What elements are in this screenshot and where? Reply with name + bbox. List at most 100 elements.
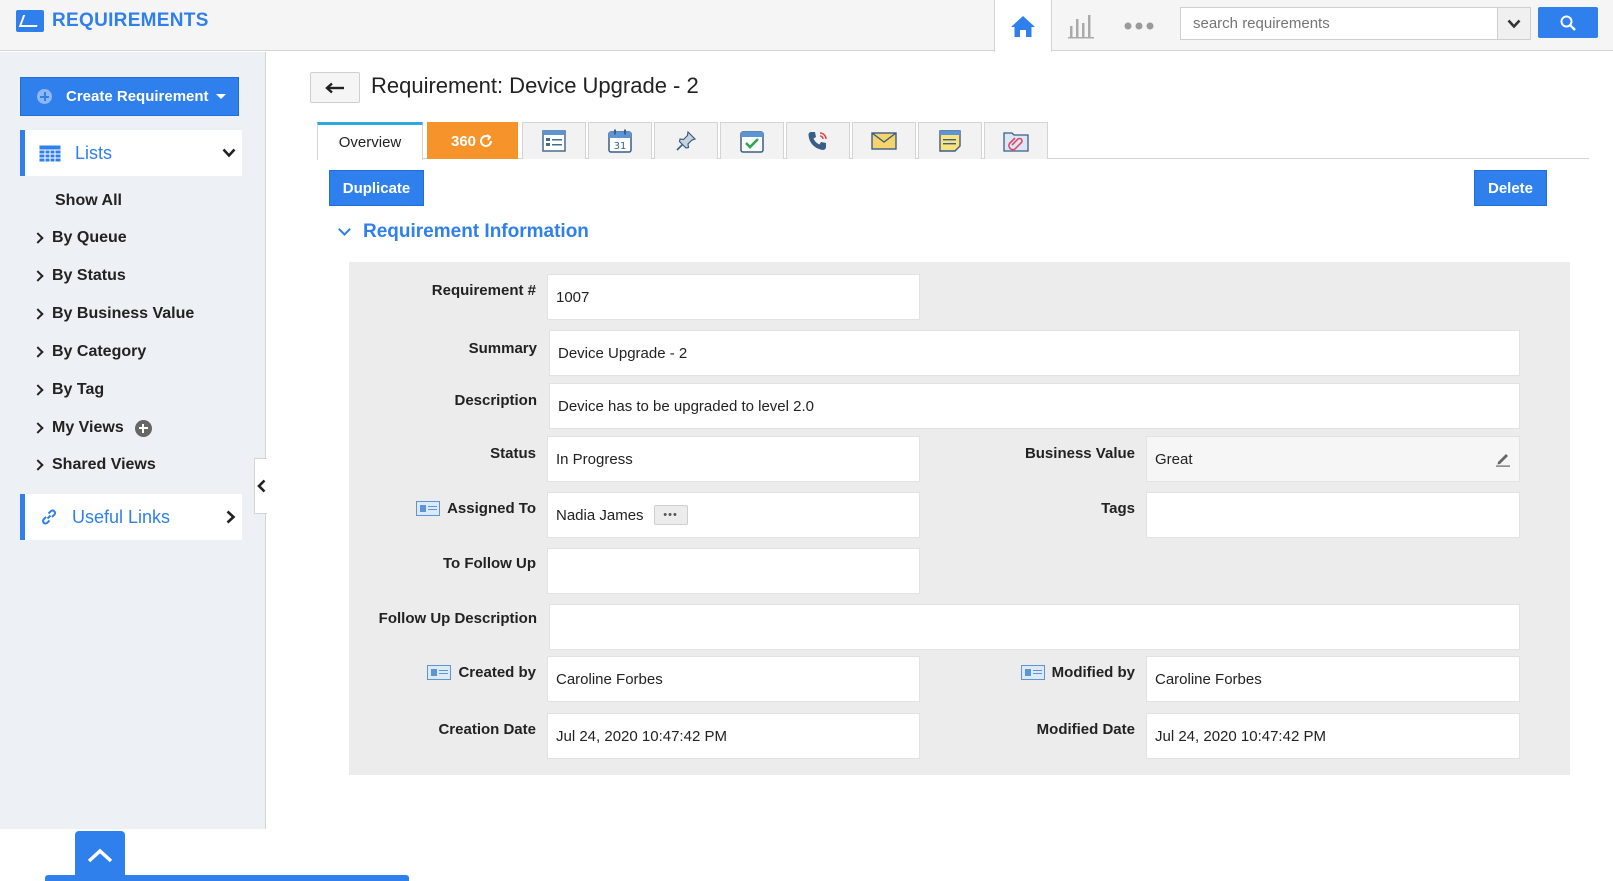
home-button[interactable] xyxy=(994,0,1052,52)
search-icon xyxy=(1560,15,1576,31)
chevron-down-icon xyxy=(338,222,351,236)
tab-email[interactable] xyxy=(852,122,916,159)
page-title: Requirement: Device Upgrade - 2 xyxy=(371,73,699,98)
chevron-right-icon xyxy=(32,346,44,358)
sidebar-item-by-queue[interactable]: By Queue xyxy=(32,229,127,247)
sidebar: Create Requirement Lists Show All By Que… xyxy=(0,52,409,881)
plus-circle-icon xyxy=(37,89,52,104)
app-brand[interactable]: REQUIREMENTS xyxy=(16,10,209,32)
modified-by-field: Caroline Forbes xyxy=(1146,656,1520,702)
contact-card-icon xyxy=(416,500,441,516)
reports-button[interactable] xyxy=(1052,0,1110,51)
tab-360[interactable]: 360 xyxy=(427,122,518,159)
modified-date-label: Modified Date xyxy=(1036,720,1135,738)
sidebar-item-by-business-value[interactable]: By Business Value xyxy=(32,305,194,323)
description-label: Description xyxy=(454,391,537,409)
sidebar-item-by-category[interactable]: By Category xyxy=(32,343,146,361)
sidebar-item-show-all[interactable]: Show All xyxy=(55,192,122,210)
status-label: Status xyxy=(490,444,536,462)
sidebar-item-by-tag[interactable]: By Tag xyxy=(32,381,104,399)
task-icon xyxy=(740,131,764,153)
modified-by-label: Modified by xyxy=(1051,663,1135,681)
create-requirement-button[interactable]: Create Requirement xyxy=(20,77,239,116)
chevron-right-icon xyxy=(32,308,44,320)
to-follow-up-label: To Follow Up xyxy=(442,554,536,572)
duplicate-button[interactable]: Duplicate xyxy=(329,170,424,206)
modified-date-field: Jul 24, 2020 10:47:42 PM xyxy=(1146,713,1520,759)
creation-date-label: Creation Date xyxy=(438,720,536,738)
tab-attachments[interactable] xyxy=(984,122,1048,159)
chevron-up-icon xyxy=(87,848,113,863)
app-title: REQUIREMENTS xyxy=(52,10,209,31)
chevron-right-icon xyxy=(226,510,236,524)
pencil-edit-icon[interactable] xyxy=(1495,451,1511,467)
lists-label: Lists xyxy=(75,142,113,163)
tab-overview[interactable]: Overview xyxy=(317,122,423,160)
chevron-left-icon xyxy=(256,479,265,493)
description-field[interactable]: Device has to be upgraded to level 2.0 xyxy=(549,383,1520,429)
tab-tasks[interactable] xyxy=(720,122,784,159)
top-bar: REQUIREMENTS xyxy=(0,0,1613,52)
to-follow-up-field[interactable] xyxy=(547,548,920,594)
tags-field[interactable] xyxy=(1146,492,1520,538)
business-value-field[interactable]: Great xyxy=(1146,436,1520,482)
chevron-right-icon xyxy=(32,232,44,244)
follow-up-description-field[interactable] xyxy=(549,604,1520,650)
bottom-bar xyxy=(45,875,409,881)
collapse-sidebar-button[interactable] xyxy=(254,458,267,514)
more-options-button[interactable]: ••• xyxy=(653,505,688,525)
refresh-icon xyxy=(480,134,493,147)
back-button[interactable] xyxy=(310,72,360,103)
sidebar-item-my-views[interactable]: My Views xyxy=(32,419,152,437)
search-button[interactable] xyxy=(1538,7,1598,38)
created-by-label-wrap: Created by xyxy=(369,662,536,682)
requirement-number-label: Requirement # xyxy=(431,281,536,299)
top-actions xyxy=(994,0,1168,52)
svg-text:31: 31 xyxy=(614,141,627,152)
home-icon xyxy=(1011,16,1035,37)
chevron-right-icon xyxy=(32,459,44,471)
creation-date-field: Jul 24, 2020 10:47:42 PM xyxy=(547,713,920,759)
create-requirement-label: Create Requirement xyxy=(66,88,209,105)
requirement-number-field: 1007 xyxy=(547,274,920,320)
sidebar-item-shared-views[interactable]: Shared Views xyxy=(32,456,156,474)
business-value-text: Great xyxy=(1155,450,1193,468)
details-icon xyxy=(542,130,566,152)
search-input[interactable] xyxy=(1180,7,1497,40)
assigned-to-field[interactable]: Nadia James ••• xyxy=(547,492,920,538)
note-icon xyxy=(939,130,961,152)
contact-card-icon xyxy=(427,664,452,680)
assigned-to-label-wrap: Assigned To xyxy=(369,498,536,518)
tab-calls[interactable] xyxy=(786,122,850,159)
summary-field[interactable]: Device Upgrade - 2 xyxy=(549,330,1520,376)
delete-button[interactable]: Delete xyxy=(1474,170,1547,206)
caret-down-icon xyxy=(215,94,226,99)
tab-pin[interactable] xyxy=(654,122,718,159)
pin-icon xyxy=(676,130,697,151)
more-icon xyxy=(1124,22,1154,29)
assigned-to-value: Nadia James xyxy=(556,506,644,524)
search-dropdown-button[interactable] xyxy=(1497,7,1531,40)
requirement-information-header[interactable]: Requirement Information xyxy=(338,221,589,243)
contact-card-icon xyxy=(1020,664,1045,680)
add-view-icon[interactable] xyxy=(134,419,152,437)
lists-panel-header[interactable]: Lists xyxy=(20,130,242,176)
assigned-to-label: Assigned To xyxy=(447,499,536,517)
tab-calendar[interactable]: 31 xyxy=(588,122,652,159)
tab-bar: Overview 360 31 xyxy=(317,122,1589,160)
scroll-to-top-button[interactable] xyxy=(75,831,125,881)
chevron-right-icon xyxy=(32,384,44,396)
search-bar xyxy=(1180,7,1531,40)
status-field[interactable]: In Progress xyxy=(547,436,920,482)
more-button[interactable] xyxy=(1110,0,1168,51)
sidebar-item-by-status[interactable]: By Status xyxy=(32,267,126,285)
tab-notes[interactable] xyxy=(918,122,982,159)
useful-links-label: Useful Links xyxy=(72,506,171,527)
chevron-right-icon xyxy=(32,422,44,434)
useful-links-panel-header[interactable]: Useful Links xyxy=(20,494,242,540)
grid-table-icon xyxy=(39,145,61,162)
tab-details[interactable] xyxy=(522,122,586,159)
tags-label: Tags xyxy=(1101,499,1135,517)
attachment-icon xyxy=(1003,132,1029,152)
requirements-logo-icon xyxy=(16,10,44,32)
